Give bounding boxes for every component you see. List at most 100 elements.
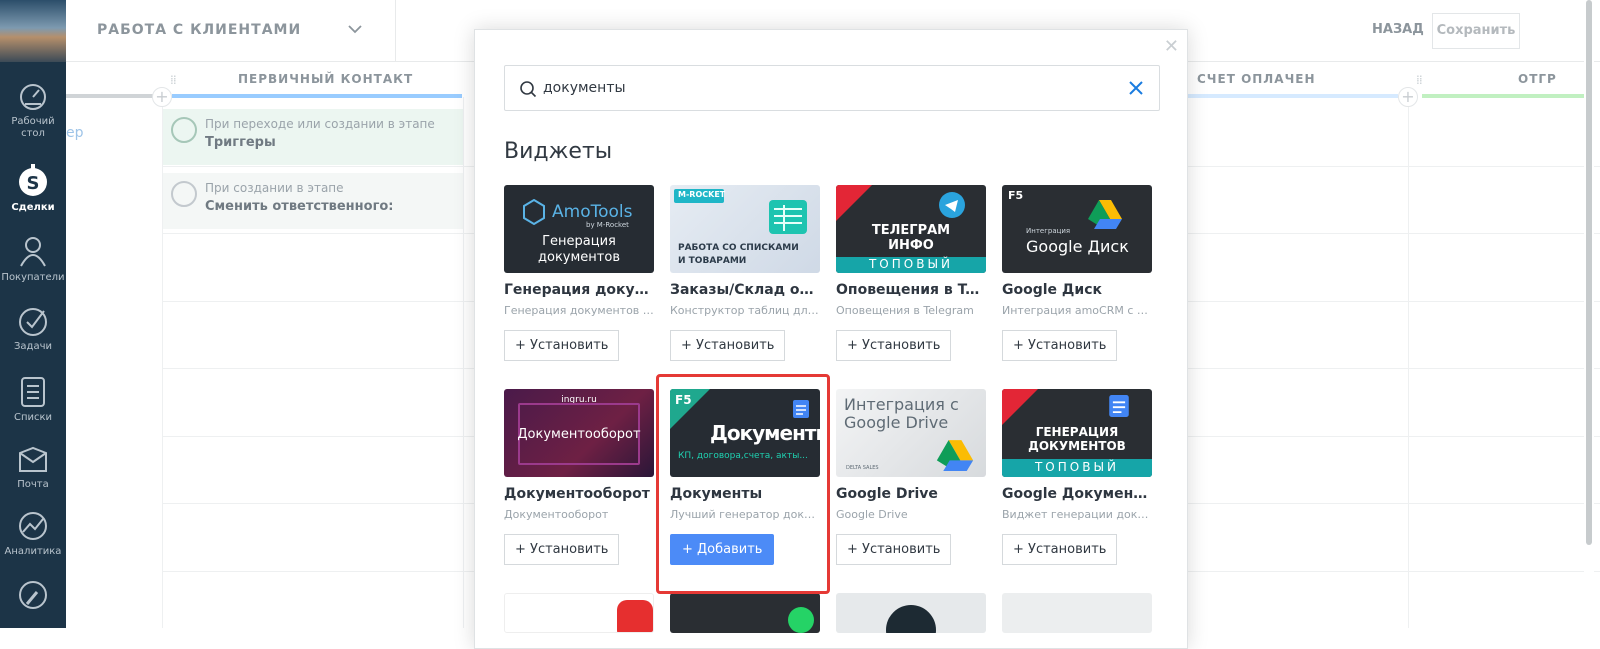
widget-image[interactable]: M-ROCKET РАБОТА СО СПИСКАМИ И ТОВАРАМИ: [670, 185, 820, 273]
widget-image[interactable]: ТЕЛЕГРАМ ИНФО ТОПОВЫЙ: [836, 185, 986, 273]
widget-image-brand: M-ROCKET: [678, 190, 725, 199]
widget-image[interactable]: [1002, 593, 1152, 633]
svg-text:S: S: [27, 173, 40, 194]
widget-title[interactable]: Документооборот: [504, 486, 654, 502]
clear-icon[interactable]: [1127, 79, 1145, 97]
mail-icon: [17, 445, 49, 475]
sidebar-item-label: Рабочий стол: [11, 116, 54, 139]
install-button[interactable]: + Установить: [1002, 534, 1117, 565]
sidebar-item-dashboard[interactable]: Рабочий стол: [0, 82, 66, 140]
column-color-bar: [66, 94, 162, 98]
widget-image-line2: ДОКУМЕНТОВ: [1002, 439, 1152, 453]
widget-image-small: DELTA SALES: [846, 465, 879, 471]
widget-image-ribbon: ТОПОВЫЙ: [1002, 460, 1152, 474]
install-button[interactable]: + Установить: [504, 534, 619, 565]
trigger-subtitle: При создании в этапе: [205, 181, 344, 195]
google-drive-icon: [936, 439, 974, 471]
widget-image[interactable]: Интеграция с Google Drive DELTA SALES: [836, 389, 986, 477]
trigger-card[interactable]: При создании в этапе Сменить ответственн…: [163, 173, 463, 229]
widget-image[interactable]: ingru.ru Документооборот: [504, 389, 654, 477]
widget-card[interactable]: ТЕЛЕГРАМ ИНФО ТОПОВЫЙ Оповещения в Teleg…: [836, 185, 986, 375]
search-value: документы: [543, 80, 626, 96]
sidebar-item-tasks[interactable]: Задачи: [0, 305, 66, 353]
widget-image-line1: Документооборот: [504, 427, 654, 442]
sidebar-item-label: Почта: [17, 479, 49, 490]
trigger-title: Сменить ответственного:: [205, 199, 394, 214]
widget-card[interactable]: AmoTools by M-Rocket Генерация документо…: [504, 185, 654, 375]
widget-image-line2: ИНФО: [836, 238, 986, 253]
sidebar-item-mail[interactable]: Почта: [0, 445, 66, 491]
install-button[interactable]: + Установить: [836, 330, 951, 361]
table-icon: [768, 199, 808, 235]
widget-image[interactable]: [670, 593, 820, 633]
widget-title[interactable]: Google Документы генерация: [1002, 486, 1152, 502]
widget-desc: Генерация документов на основе шаблонов: [504, 304, 654, 317]
close-icon[interactable]: ✕: [1164, 38, 1179, 56]
widget-image[interactable]: [504, 593, 654, 633]
column-color-bar: [1166, 94, 1398, 98]
widget-image[interactable]: AmoTools by M-Rocket Генерация документо…: [504, 185, 654, 273]
widgets-modal: ✕ документы Виджеты AmoTools by M-Rocket…: [474, 29, 1188, 649]
drag-handle-icon[interactable]: ⁞⁞: [1416, 73, 1422, 87]
sidebar-item-analytics[interactable]: Аналитика: [0, 510, 66, 558]
widget-image[interactable]: [836, 593, 986, 633]
widget-image-line2: И ТОВАРАМИ: [678, 256, 746, 266]
save-button[interactable]: Сохранить: [1432, 13, 1520, 49]
widget-image-line1: ТЕЛЕГРАМ: [836, 223, 986, 238]
column-header[interactable]: СЧЕТ ОПЛАЧЕН: [1197, 63, 1316, 97]
column-header[interactable]: ПЕРВИЧНЫЙ КОНТАКТ: [238, 63, 413, 97]
drag-handle-icon[interactable]: ⁞⁞: [170, 73, 176, 87]
sidebar-item-settings[interactable]: [0, 578, 66, 616]
chevron-down-icon[interactable]: [346, 20, 364, 38]
search-icon: [519, 80, 537, 98]
widget-title[interactable]: Google Drive: [836, 486, 986, 502]
trigger-card[interactable]: При переходе или создании в этапе Тригге…: [163, 109, 463, 165]
widget-card[interactable]: M-ROCKET РАБОТА СО СПИСКАМИ И ТОВАРАМИ З…: [670, 185, 820, 375]
corner-ribbon: [836, 185, 872, 221]
trigger-subtitle: При переходе или создании в этапе: [205, 117, 435, 131]
widget-desc: Виджет генерации документов: [1002, 508, 1152, 521]
column-header[interactable]: ОТГР: [1518, 63, 1557, 97]
widget-title[interactable]: Заказы/Склад от M-Rocket: [670, 282, 820, 298]
page-scrollbar[interactable]: [1584, 0, 1594, 628]
widget-card[interactable]: ingru.ru Документооборот Документооборот…: [504, 389, 654, 579]
install-button[interactable]: + Установить: [504, 330, 619, 361]
sidebar-item-deals[interactable]: S Сделки: [0, 162, 66, 214]
pencil-icon: [171, 181, 197, 207]
install-button[interactable]: + Установить: [1002, 330, 1117, 361]
left-sidebar: Рабочий стол S Сделки Покупатели Задачи …: [0, 0, 66, 628]
widget-card[interactable]: ГЕНЕРАЦИЯ ДОКУМЕНТОВ ТОПОВЫЙ Google Доку…: [1002, 389, 1152, 579]
widget-title[interactable]: Google Диск: [1002, 282, 1152, 298]
add-stage-button[interactable]: +: [152, 87, 172, 107]
sidebar-item-label: Сделки: [11, 202, 54, 213]
widget-image[interactable]: F5 Интеграция Google Диск: [1002, 185, 1152, 273]
widget-card[interactable]: F5 Интеграция Google Диск Google Диск Ин…: [1002, 185, 1152, 375]
widget-image-brand: Google Диск: [1026, 237, 1129, 256]
sidebar-item-lists[interactable]: Списки: [0, 374, 66, 424]
widget-logo-shape: [886, 605, 936, 633]
back-link[interactable]: НАЗАД: [1372, 22, 1424, 37]
column-divider: [463, 97, 464, 628]
install-button[interactable]: + Установить: [836, 534, 951, 565]
sidebar-item-customers[interactable]: Покупатели: [0, 234, 66, 284]
lists-icon: [18, 374, 48, 408]
amotools-logo-icon: [522, 199, 546, 225]
avatar[interactable]: [0, 0, 66, 62]
widget-title[interactable]: Генерация документов AmoTools: [504, 282, 654, 298]
section-title: Виджеты: [504, 139, 612, 164]
search-input[interactable]: документы: [504, 65, 1160, 111]
pipeline-title[interactable]: РАБОТА С КЛИЕНТАМИ: [97, 22, 301, 38]
widget-title[interactable]: Оповещения в Telegram: [836, 282, 986, 298]
highlight-frame: [656, 374, 830, 594]
telegram-icon: [938, 191, 966, 219]
widget-desc: Документооборот: [504, 508, 654, 521]
install-button[interactable]: + Установить: [670, 330, 785, 361]
widget-image[interactable]: ГЕНЕРАЦИЯ ДОКУМЕНТОВ ТОПОВЫЙ: [1002, 389, 1152, 477]
add-stage-button[interactable]: +: [1398, 87, 1418, 107]
widget-desc: Оповещения в Telegram: [836, 304, 986, 317]
widget-image-line1: ГЕНЕРАЦИЯ: [1002, 425, 1152, 439]
scrollbar-thumb[interactable]: [1586, 0, 1592, 545]
corner-ribbon: [1002, 389, 1038, 425]
widget-card[interactable]: Интеграция с Google Drive DELTA SALES Go…: [836, 389, 986, 579]
sidebar-item-label: Задачи: [14, 341, 52, 352]
